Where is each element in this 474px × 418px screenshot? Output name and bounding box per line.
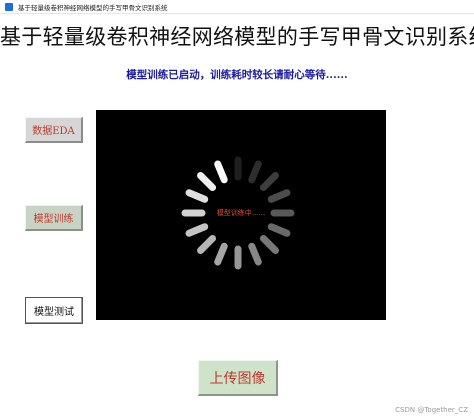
app-feather-icon — [5, 2, 13, 11]
spinner-segment — [259, 234, 279, 254]
model-train-button[interactable]: 模型训练 — [25, 205, 83, 231]
upload-image-button[interactable]: 上传图像 — [198, 360, 278, 396]
spinner-segment — [214, 242, 228, 266]
spinner-segment — [197, 172, 217, 192]
loading-text: 模型训练中...... — [216, 209, 266, 217]
spinner-segment — [185, 223, 209, 237]
spinner-segment — [259, 172, 279, 192]
display-canvas: 模型训练中...... — [96, 110, 386, 320]
status-message: 模型训练已启动，训练耗时较长请耐心等待...... — [126, 69, 348, 81]
page-title: 基于轻量级卷积神经网络模型的手写甲骨文识别系统 — [0, 25, 474, 49]
spinner-segment — [248, 242, 262, 266]
window-title: 基于轻量级卷积神经网络模型的手写甲骨文识别系统 — [18, 3, 168, 12]
window-titlebar: 基于轻量级卷积神经网络模型的手写甲骨文识别系统 — [0, 0, 474, 14]
spinner-segment — [197, 234, 217, 254]
spinner-segment — [267, 223, 291, 237]
spinner-segment — [248, 160, 262, 184]
model-test-button[interactable]: 模型测试 — [25, 297, 83, 324]
spinner-segment — [214, 160, 228, 184]
data-eda-button[interactable]: 数据EDA — [25, 117, 83, 143]
spinner-segment — [185, 189, 209, 203]
spinner-segment — [267, 189, 291, 203]
watermark: CSDN @Together_CZ — [395, 406, 468, 414]
